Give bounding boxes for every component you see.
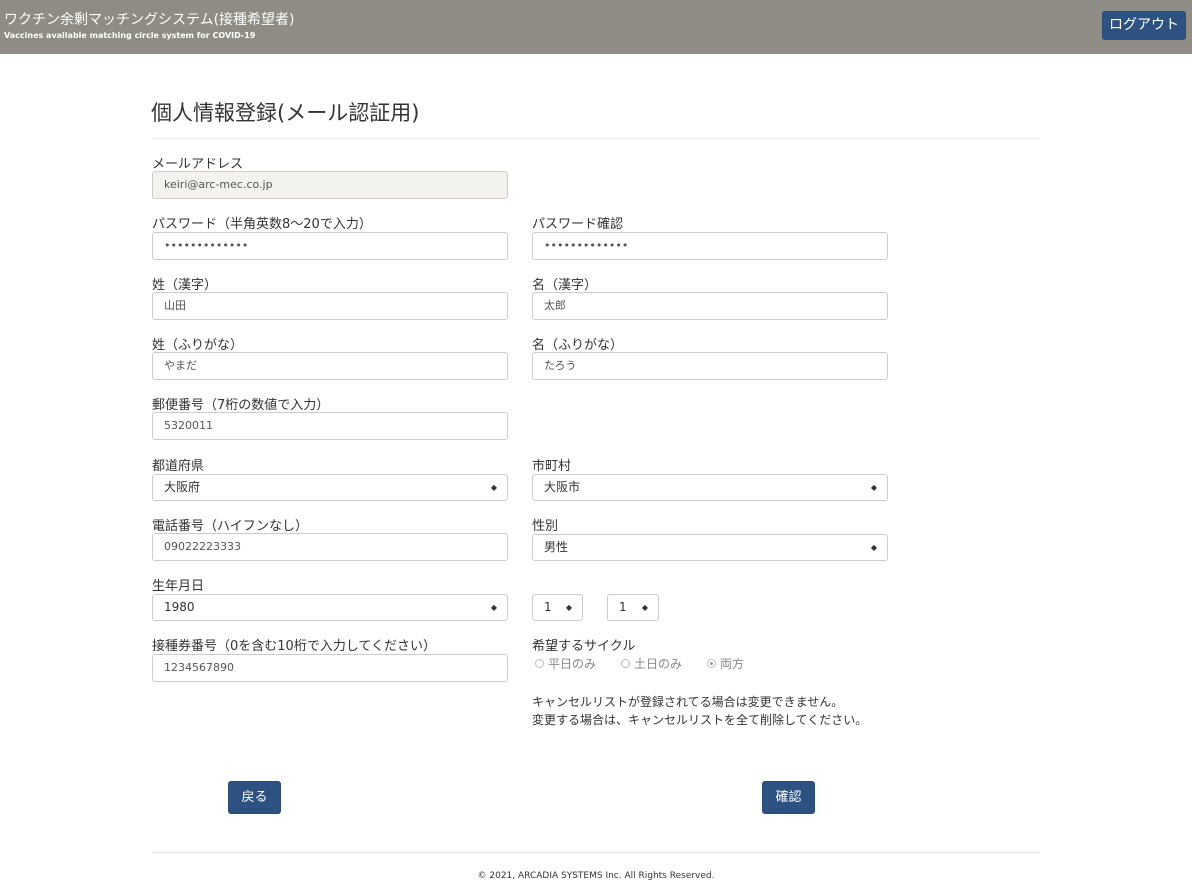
first-name-kanji-label: 名（漢字）	[532, 278, 598, 293]
cycle-option-label: 両方	[720, 657, 745, 671]
select-arrows-icon: ◆	[490, 483, 497, 492]
password-confirm-label: パスワード確認	[532, 217, 624, 232]
prefecture-label: 都道府県	[152, 459, 205, 474]
phone-field[interactable]: 09022223333	[152, 533, 508, 561]
first-name-kana-field[interactable]: たろう	[532, 352, 888, 380]
password-confirm-field[interactable]: •••••••••••••	[532, 232, 888, 260]
radio-circle-icon	[535, 659, 544, 668]
cycle-option-label: 平日のみ	[548, 657, 597, 671]
cycle-radio-weekends[interactable]: 土日のみ	[621, 655, 682, 671]
birth-month-select[interactable]: 1 ◆	[532, 594, 583, 621]
phone-label: 電話番号（ハイフンなし）	[152, 519, 309, 534]
voucher-label: 接種券番号（0を含む10桁で入力してください）	[152, 639, 437, 654]
cycle-radio-weekdays[interactable]: 平日のみ	[535, 655, 596, 671]
back-button[interactable]: 戻る	[228, 781, 281, 814]
last-name-kana-label: 姓（ふりがな）	[152, 338, 244, 353]
last-name-kanji-label: 姓（漢字）	[152, 278, 218, 293]
last-name-kanji-field[interactable]: 山田	[152, 292, 508, 320]
page-title: 個人情報登録(メール認証用)	[151, 101, 420, 125]
city-value: 大阪市	[544, 480, 581, 494]
radio-circle-icon	[621, 659, 630, 668]
first-name-kana-label: 名（ふりがな）	[532, 338, 624, 353]
voucher-field[interactable]: 1234567890	[152, 654, 508, 682]
birth-day-value: 1	[619, 600, 627, 614]
gender-value: 男性	[544, 540, 569, 554]
birth-month-value: 1	[544, 600, 552, 614]
cycle-label: 希望するサイクル	[532, 639, 636, 654]
postal-code-field[interactable]: 5320011	[152, 412, 508, 440]
footer-copyright: © 2021, ARCADIA SYSTEMS Inc. All Rights …	[477, 871, 715, 881]
gender-select[interactable]: 男性 ◆	[532, 534, 888, 561]
title-divider	[152, 138, 1040, 139]
cancel-list-note: キャンセルリストが登録されてる場合は変更できません。 変更する場合は、キャンセル…	[532, 693, 872, 729]
prefecture-value: 大阪府	[164, 480, 201, 494]
note-line-1: キャンセルリストが登録されてる場合は変更できません。	[532, 695, 844, 709]
cycle-radio-both[interactable]: 両方	[707, 655, 744, 671]
password-label: パスワード（半角英数8～20で入力）	[152, 217, 372, 232]
city-label: 市町村	[532, 459, 572, 474]
birth-day-select[interactable]: 1 ◆	[607, 594, 659, 621]
cycle-option-label: 土日のみ	[634, 657, 683, 671]
birth-year-value: 1980	[164, 600, 195, 614]
email-field[interactable]: keiri@arc-mec.co.jp	[152, 171, 508, 199]
prefecture-select[interactable]: 大阪府 ◆	[152, 474, 508, 501]
email-label: メールアドレス	[152, 157, 244, 172]
select-arrows-icon: ◆	[641, 603, 648, 612]
gender-label: 性別	[532, 519, 559, 534]
password-field[interactable]: •••••••••••••	[152, 232, 508, 260]
top-header: ワクチン余剰マッチングシステム(接種希望者) Vaccines availabl…	[0, 0, 1192, 54]
birth-year-select[interactable]: 1980 ◆	[152, 594, 508, 621]
logout-button[interactable]: ログアウト	[1102, 11, 1186, 40]
last-name-kana-field[interactable]: やまだ	[152, 352, 508, 380]
radio-checked-icon	[707, 659, 716, 668]
footer-divider	[152, 852, 1040, 853]
app-subtitle: Vaccines available matching circle syste…	[4, 31, 256, 40]
postal-code-label: 郵便番号（7桁の数値で入力）	[152, 398, 330, 413]
city-select[interactable]: 大阪市 ◆	[532, 474, 888, 501]
select-arrows-icon: ◆	[870, 483, 877, 492]
select-arrows-icon: ◆	[490, 603, 497, 612]
select-arrows-icon: ◆	[565, 603, 572, 612]
note-line-2: 変更する場合は、キャンセルリストを全て削除してください。	[532, 713, 868, 727]
birthdate-label: 生年月日	[152, 579, 205, 594]
first-name-kanji-field[interactable]: 太郎	[532, 292, 888, 320]
select-arrows-icon: ◆	[870, 543, 877, 552]
confirm-button[interactable]: 確認	[762, 781, 815, 814]
app-title: ワクチン余剰マッチングシステム(接種希望者)	[4, 12, 295, 28]
